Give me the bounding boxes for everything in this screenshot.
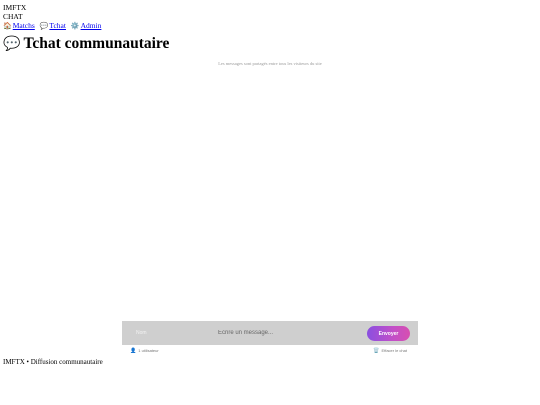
chat-description: Les messages sont partagés entre tous le… — [218, 61, 322, 66]
clear-chat-button[interactable]: 🗑️ Effacer le chat — [373, 348, 407, 354]
chat-meta: 👤 1 utilisateur 🗑️ Effacer le chat — [122, 348, 418, 356]
speech-bubble-icon: 💬 — [39, 22, 49, 30]
nav-link-tchat-label: Tchat — [49, 21, 66, 30]
name-input[interactable] — [130, 326, 200, 340]
main-nav: 🏠Matchs 💬Tchat ⚙️Admin — [3, 21, 104, 31]
user-count: 👤 1 utilisateur — [130, 348, 159, 354]
nav-link-admin-label: Admin — [80, 21, 102, 30]
clear-chat-label: Effacer le chat — [381, 348, 408, 353]
send-button[interactable]: Envoyer — [367, 326, 410, 341]
brand-subtitle: CHAT — [3, 12, 23, 21]
site-header: IMFTX CHAT 🏠Matchs 💬Tchat ⚙️Admin — [3, 3, 104, 31]
brand-name: IMFTX — [3, 3, 27, 12]
page-title: 💬 Tchat communautaire — [3, 35, 169, 53]
user-count-text: 1 utilisateur — [138, 348, 159, 353]
home-icon: 🏠 — [3, 22, 12, 30]
page-footer: IMFTX • Diffusion communautaire — [3, 358, 103, 366]
trash-icon: 🗑️ — [373, 348, 380, 354]
message-input[interactable] — [212, 326, 362, 340]
user-icon: 👤 — [130, 348, 137, 354]
nav-link-matchs[interactable]: 🏠Matchs — [3, 21, 35, 30]
nav-link-admin[interactable]: ⚙️Admin — [71, 21, 102, 30]
speech-bubble-icon: 💬 — [3, 36, 21, 52]
nav-link-matchs-label: Matchs — [12, 21, 35, 30]
page-title-text: Tchat communautaire — [23, 35, 170, 52]
message-composer: Envoyer — [122, 321, 418, 345]
gear-icon: ⚙️ — [70, 22, 80, 30]
nav-link-tchat[interactable]: 💬Tchat — [40, 21, 66, 30]
